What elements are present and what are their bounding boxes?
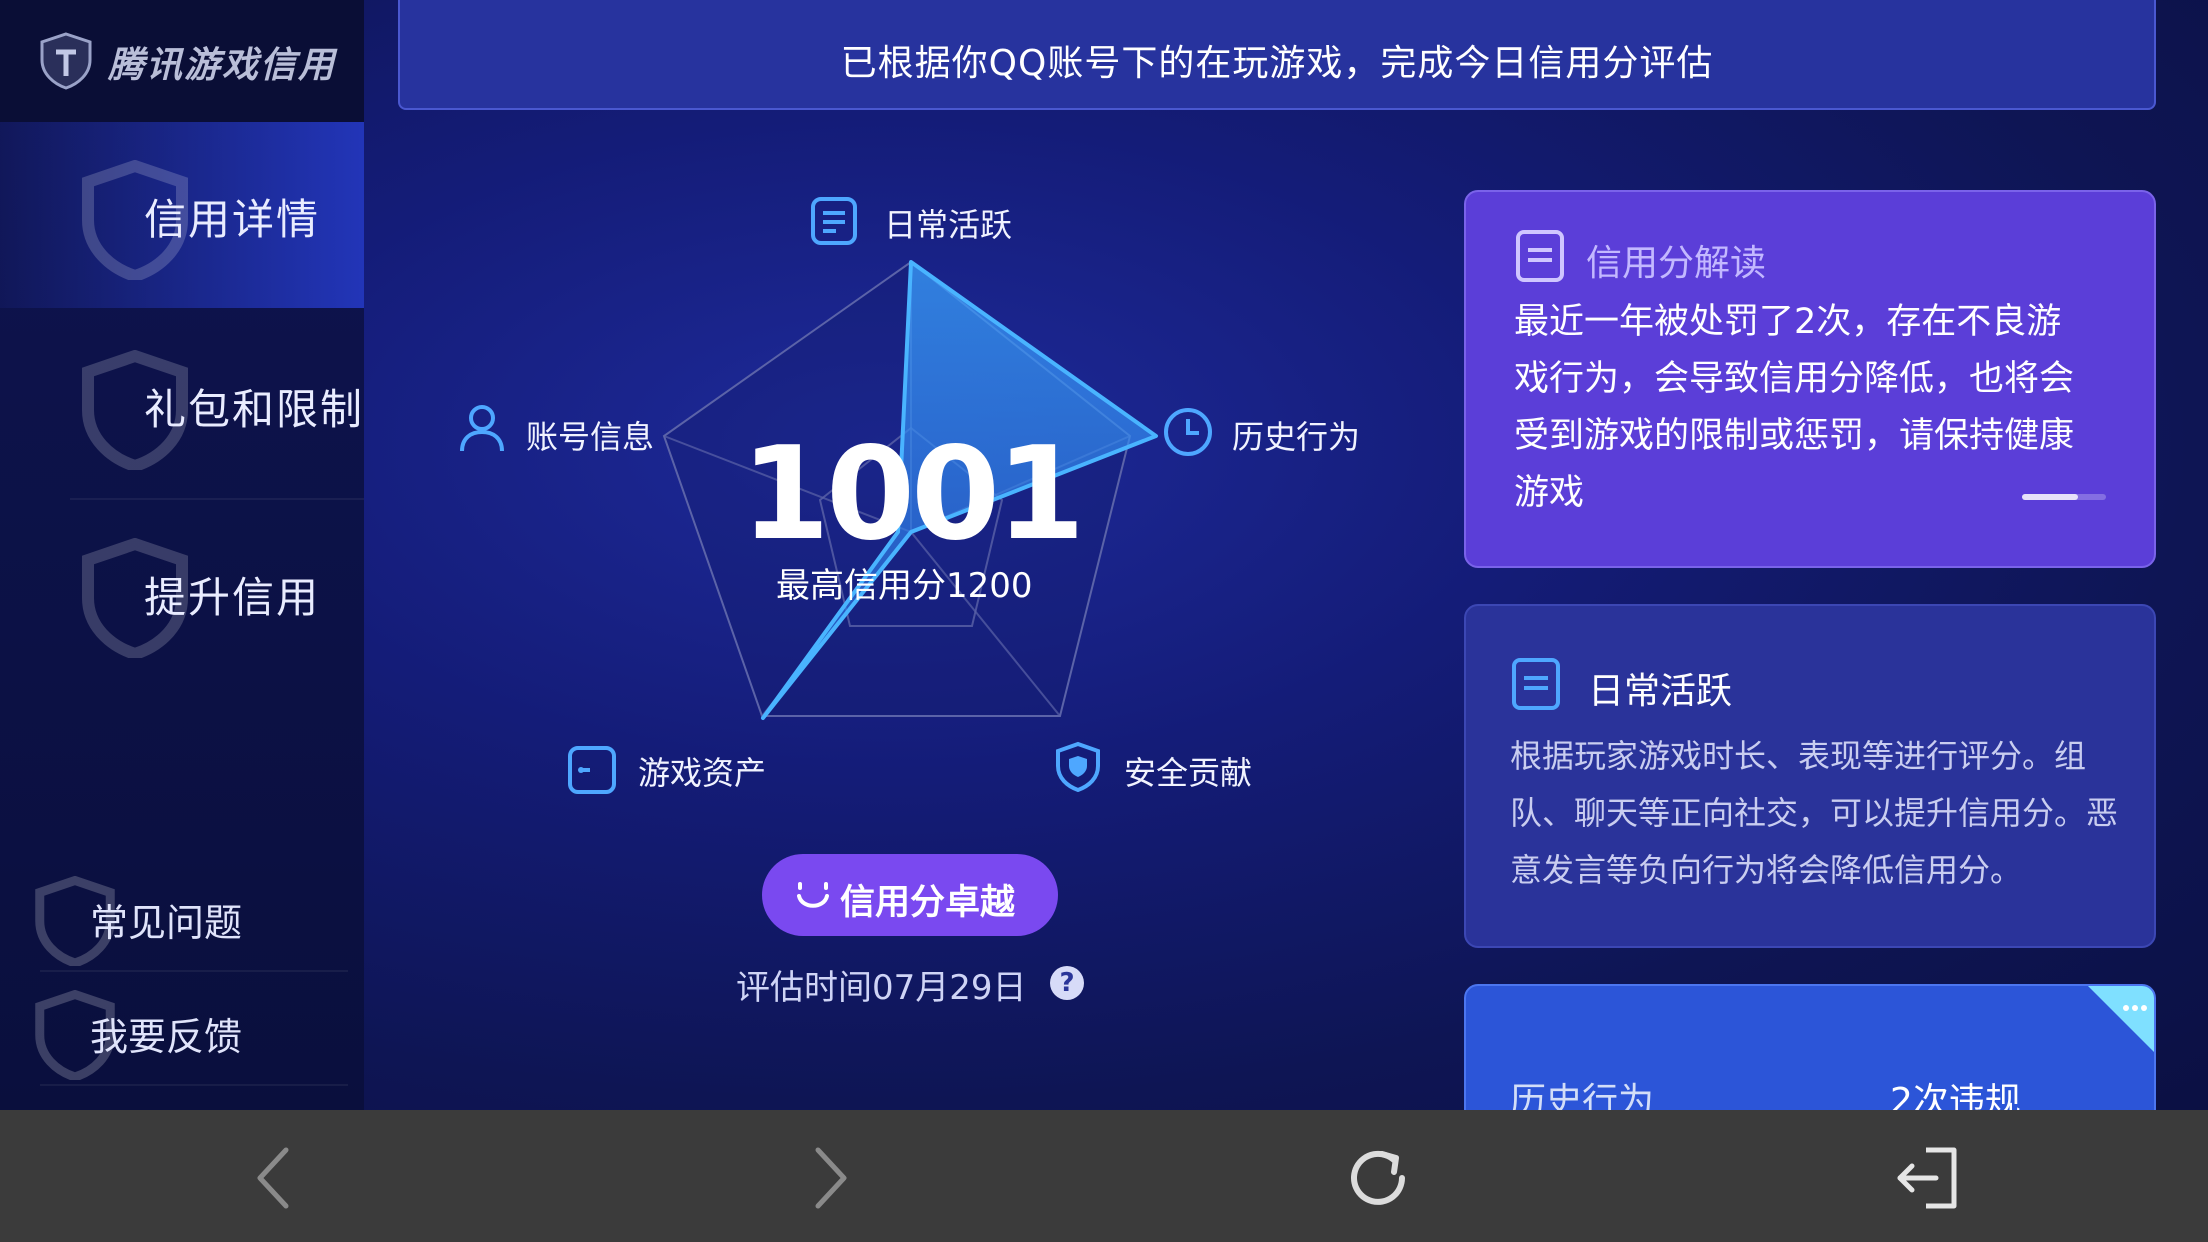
radar-axis-label: 账号信息 bbox=[526, 418, 655, 456]
sidebar-item-label: 提升信用 bbox=[144, 573, 321, 622]
browser-toolbar bbox=[0, 1110, 2208, 1242]
more-corner-icon[interactable] bbox=[2088, 986, 2154, 1052]
card-body-line: 根据玩家游戏时长、表现等进行评分。组 bbox=[1510, 737, 2087, 775]
refresh-icon[interactable] bbox=[1342, 1140, 1418, 1216]
sidebar-item-label: 礼包和限制 bbox=[144, 385, 365, 434]
score-interpretation-card: 信用分解读 最近一年被处罚了2次，存在不良游 戏行为，会导致信用分降低，也将会 … bbox=[1464, 190, 2156, 568]
evaluation-banner: 已根据你QQ账号下的在玩游戏，完成今日信用分评估 bbox=[398, 0, 2156, 110]
credit-level-button[interactable]: 信用分卓越 bbox=[762, 854, 1058, 936]
credit-score: 1001 bbox=[740, 420, 1085, 569]
radar-axis-label: 日常活跃 bbox=[884, 206, 1013, 244]
card-title: 历史行为 bbox=[1510, 1081, 1655, 1110]
scroll-thumb bbox=[2022, 494, 2078, 500]
card-body-line: 最近一年被处罚了2次，存在不良游 bbox=[1514, 302, 2062, 342]
sidebar-item-faq[interactable]: 常见问题 bbox=[0, 858, 364, 970]
sidebar-item-gifts-limits[interactable]: 礼包和限制 bbox=[0, 312, 364, 498]
card-body-line: 受到游戏的限制或惩罚，请保持健康 bbox=[1514, 416, 2075, 456]
radar-axis-label: 安全贡献 bbox=[1124, 754, 1253, 792]
sidebar-item-feedback[interactable]: 我要反馈 bbox=[0, 972, 364, 1084]
max-score-text: 最高信用分1200 bbox=[776, 566, 1033, 606]
smile-icon bbox=[797, 882, 829, 908]
card-body: 最近一年被处罚了2次，存在不良游 戏行为，会导致信用分降低，也将会 受到游戏的限… bbox=[1514, 294, 2074, 522]
help-icon[interactable]: ? bbox=[1050, 966, 1084, 1000]
document-icon bbox=[811, 197, 857, 245]
sidebar-item-label: 信用详情 bbox=[144, 195, 321, 244]
sidebar-item-label: 我要反馈 bbox=[90, 1015, 243, 1059]
forward-arrow-icon[interactable] bbox=[790, 1140, 866, 1216]
brand-name: 腾讯游戏信用 bbox=[108, 45, 337, 86]
card-title: 信用分解读 bbox=[1586, 243, 1767, 284]
document-icon bbox=[1516, 230, 1564, 282]
wallet-icon bbox=[568, 746, 616, 794]
card-title: 日常活跃 bbox=[1588, 671, 1733, 712]
history-behavior-card[interactable]: 历史行为 2次违规 bbox=[1464, 984, 2156, 1110]
sidebar-item-credit-details[interactable]: 信用详情 bbox=[0, 122, 364, 308]
radar-axis-label: 历史行为 bbox=[1232, 418, 1361, 456]
history-violation-count: 2次违规 bbox=[1890, 1081, 2021, 1110]
exit-icon[interactable] bbox=[1892, 1140, 1968, 1216]
credit-level-label: 信用分卓越 bbox=[840, 883, 1016, 923]
card-body-line: 戏行为，会导致信用分降低，也将会 bbox=[1514, 359, 2075, 399]
radar-section: 日常活跃 历史行为 安全贡献 游戏资产 账号信息 1001 最高信用分1200 bbox=[400, 140, 1440, 1070]
daily-activity-card: 日常活跃 根据玩家游戏时长、表现等进行评分。组 队、聊天等正向社交，可以提升信用… bbox=[1464, 604, 2156, 948]
card-body-line: 意发言等负向行为将会降低信用分。 bbox=[1510, 851, 2023, 889]
sidebar-item-label: 常见问题 bbox=[90, 901, 243, 945]
card-body: 根据玩家游戏时长、表现等进行评分。组 队、聊天等正向社交，可以提升信用分。恶 意… bbox=[1510, 728, 2150, 899]
radar-axis-label: 游戏资产 bbox=[638, 754, 767, 792]
card-body-line: 队、聊天等正向社交，可以提升信用分。恶 bbox=[1510, 794, 2119, 832]
app-root: 腾讯游戏信用 信用详情 礼包和限制 提升信用 常见问题 我要反馈 已根据你QQ账… bbox=[0, 0, 2208, 1110]
shield-icon bbox=[1056, 741, 1100, 792]
brand-header: 腾讯游戏信用 bbox=[0, 0, 364, 122]
divider bbox=[40, 1084, 348, 1086]
user-icon bbox=[460, 405, 504, 452]
clock-icon bbox=[1164, 408, 1212, 456]
sidebar: 腾讯游戏信用 信用详情 礼包和限制 提升信用 常见问题 我要反馈 bbox=[0, 0, 364, 1110]
scroll-indicator[interactable] bbox=[2022, 494, 2106, 500]
brand-shield-icon bbox=[40, 32, 92, 90]
evaluation-time: 评估时间07月29日 bbox=[736, 968, 1027, 1008]
card-body-line: 游戏 bbox=[1514, 473, 1585, 513]
banner-text: 已根据你QQ账号下的在玩游戏，完成今日信用分评估 bbox=[840, 43, 1714, 84]
sidebar-item-improve-credit[interactable]: 提升信用 bbox=[0, 500, 364, 686]
back-arrow-icon[interactable] bbox=[238, 1140, 314, 1216]
document-icon bbox=[1512, 658, 1560, 710]
